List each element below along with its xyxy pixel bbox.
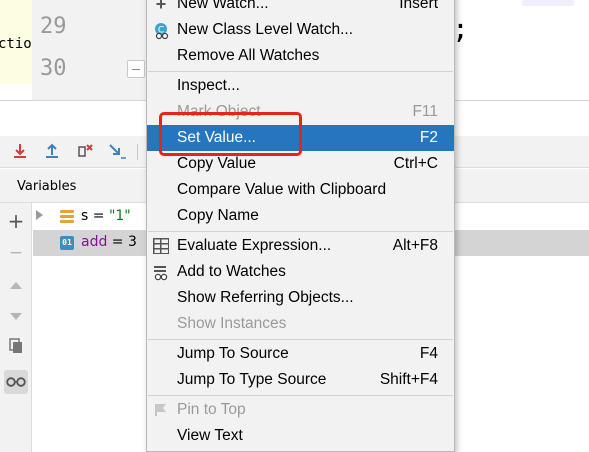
minus-icon[interactable]: − — [4, 241, 28, 265]
down-icon[interactable] — [4, 305, 28, 329]
int-field-icon: 01 — [60, 236, 74, 250]
variable-equals: = — [88, 208, 109, 224]
glasses-icon[interactable] — [4, 370, 28, 394]
variable-value: "1" — [108, 208, 131, 224]
code-highlight — [522, 0, 574, 6]
download-red-icon[interactable] — [10, 142, 30, 162]
menu-separator — [148, 395, 453, 396]
upload-blue-icon[interactable] — [42, 142, 62, 162]
menu-item-new-class-level-watch[interactable]: C New Class Level Watch... — [147, 17, 454, 43]
variables-title: Variables — [17, 179, 77, 194]
menu-item-new-watch[interactable]: + New Watch... Insert — [147, 0, 454, 17]
menu-item-copy-name[interactable]: Copy Name — [147, 203, 454, 229]
line-number-gutter: 29 30 — [32, 0, 152, 100]
variable-value: 3 — [128, 234, 137, 250]
copy-icon[interactable] — [4, 337, 28, 361]
watches-icon — [153, 264, 169, 281]
variable-context-menu: + New Watch... Insert C New Class Level … — [146, 0, 455, 452]
up-icon[interactable] — [4, 273, 28, 297]
editor-left-pane: ctionT — [0, 0, 32, 100]
menu-item-remove-all-watches[interactable]: Remove All Watches — [147, 43, 454, 69]
menu-item-jump-to-source[interactable]: Jump To Source F4 — [147, 341, 454, 367]
line-number: 30 — [40, 56, 67, 81]
menu-separator — [148, 339, 453, 340]
menu-item-compare-value[interactable]: Compare Value with Clipboard — [147, 177, 454, 203]
class-watch-icon: C — [153, 22, 169, 40]
code-snippet: ctionT — [0, 36, 32, 52]
annotation-highlight-box — [159, 112, 302, 156]
line-number: 29 — [40, 14, 67, 39]
step-blue-icon[interactable] — [107, 142, 127, 162]
menu-item-pin-to-top: Pin to Top — [147, 397, 454, 423]
menu-item-show-referring-objects[interactable]: Show Referring Objects... — [147, 285, 454, 311]
menu-item-add-to-watches[interactable]: Add to Watches — [147, 259, 454, 285]
toolbar-divider — [137, 144, 138, 160]
menu-item-show-instances: Show Instances — [177, 315, 287, 332]
menu-separator — [148, 231, 453, 232]
plus-icon[interactable]: + — [4, 209, 28, 233]
menu-separator — [148, 71, 453, 72]
variables-side-toolbar: + − — [0, 203, 32, 452]
delete-red-icon[interactable] — [75, 142, 95, 162]
pin-icon — [153, 402, 169, 418]
menu-item-jump-to-type-source[interactable]: Jump To Type Source Shift+F4 — [147, 367, 454, 393]
fold-marker-icon[interactable] — [127, 60, 145, 78]
variable-name: add — [81, 234, 108, 250]
plus-icon: + — [155, 0, 167, 14]
menu-item-evaluate-expression[interactable]: Evaluate Expression... Alt+F8 — [147, 233, 454, 259]
menu-item-view-text[interactable]: View Text — [147, 423, 454, 449]
variable-equals: = — [107, 234, 128, 250]
menu-item-inspect[interactable]: Inspect... — [147, 73, 454, 99]
expand-arrow-icon[interactable] — [36, 210, 43, 220]
string-field-icon — [60, 210, 74, 224]
calculator-icon — [153, 238, 169, 254]
